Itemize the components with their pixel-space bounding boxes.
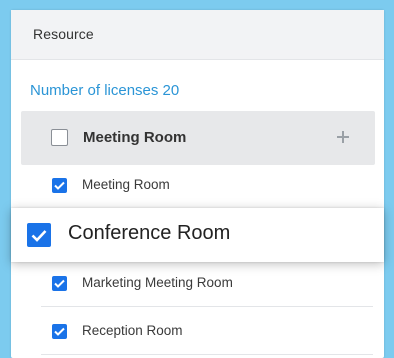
item-label: Marketing Meeting Room bbox=[82, 275, 233, 290]
panel-header: Resource bbox=[11, 10, 384, 60]
check-icon bbox=[54, 327, 65, 336]
check-icon bbox=[31, 229, 47, 242]
list-item-meeting-room[interactable]: Meeting Room bbox=[41, 167, 373, 207]
item-label: Conference Room bbox=[68, 222, 231, 244]
checkbox-checked[interactable] bbox=[52, 276, 67, 291]
plus-icon[interactable] bbox=[333, 127, 353, 147]
group-label: Meeting Room bbox=[83, 129, 187, 146]
list-item-marketing-meeting-room[interactable]: Marketing Meeting Room bbox=[41, 265, 373, 305]
resource-panel: Resource Number of licenses 20 Meeting R… bbox=[11, 10, 384, 358]
list-item-reception-room[interactable]: Reception Room bbox=[41, 313, 373, 353]
check-icon bbox=[54, 181, 65, 190]
panel-title: Resource bbox=[33, 26, 94, 42]
list-item-conference-room[interactable]: Conference Room bbox=[11, 208, 384, 262]
item-label: Meeting Room bbox=[82, 177, 170, 192]
divider bbox=[41, 306, 373, 307]
checkbox-checked[interactable] bbox=[52, 178, 67, 193]
checkbox-checked[interactable] bbox=[52, 324, 67, 339]
group-checkbox[interactable] bbox=[51, 129, 68, 146]
item-label: Reception Room bbox=[82, 323, 183, 338]
checkbox-checked[interactable] bbox=[27, 223, 51, 247]
divider bbox=[41, 354, 373, 355]
check-icon bbox=[54, 279, 65, 288]
group-row-meeting-room[interactable]: Meeting Room bbox=[21, 111, 375, 165]
license-count: Number of licenses 20 bbox=[30, 82, 180, 99]
